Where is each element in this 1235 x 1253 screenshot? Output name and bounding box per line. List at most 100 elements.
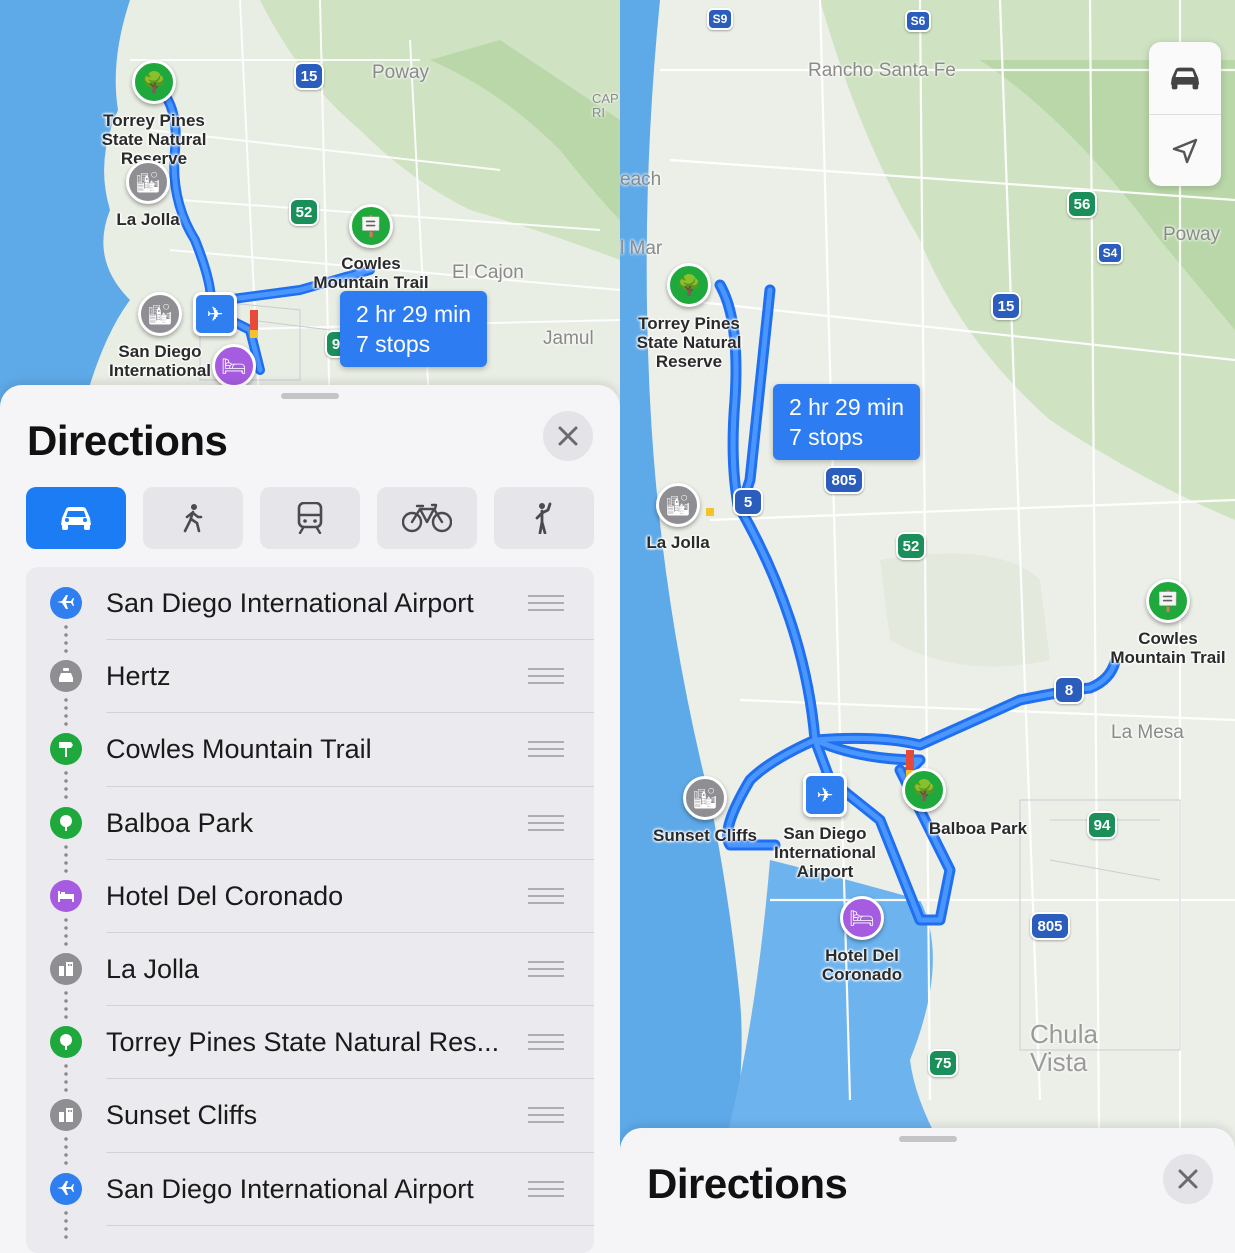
city-icon xyxy=(50,952,82,985)
highway-15-shield: 15 xyxy=(294,62,324,90)
cowles-mountain-pin[interactable]: 🪧 xyxy=(349,204,393,248)
city-jamul: Jamul xyxy=(543,328,594,349)
stop-row[interactable]: Hertz xyxy=(26,640,594,731)
train-icon xyxy=(297,502,323,534)
highway-s6-shield: S6 xyxy=(905,10,931,32)
reorder-handle-icon[interactable] xyxy=(528,814,564,831)
airport-label: San Diego International xyxy=(108,342,212,380)
city-beach: each xyxy=(620,169,662,190)
route-connector xyxy=(64,1208,68,1243)
mode-walk-button[interactable] xyxy=(143,487,243,549)
close-button[interactable] xyxy=(543,411,593,461)
hotel-del-pin[interactable]: 🛏 xyxy=(840,896,884,940)
locate-me-button[interactable] xyxy=(1149,114,1221,186)
reorder-handle-icon[interactable] xyxy=(528,887,564,904)
stop-label: San Diego International Airport xyxy=(106,588,474,619)
stop-row[interactable]: San Diego International Airport xyxy=(26,1153,594,1243)
tree-icon xyxy=(50,1026,82,1059)
mode-drive-button[interactable] xyxy=(26,487,126,549)
city-rancho-santa-fe: Rancho Santa Fe xyxy=(808,60,956,81)
stop-label: Torrey Pines State Natural Res... xyxy=(106,1027,500,1058)
highway-15-shield: 15 xyxy=(991,292,1021,320)
bed-icon xyxy=(50,879,82,912)
route-stops: 7 stops xyxy=(356,331,431,357)
airport-label: San Diego International Airport xyxy=(773,824,877,881)
highway-s9-shield: S9 xyxy=(707,8,733,30)
city-icon: 🏙 xyxy=(135,171,161,194)
highway-s4-shield: S4 xyxy=(1097,242,1123,264)
sunset-cliffs-pin[interactable]: 🏙 xyxy=(138,292,182,336)
cowles-mountain-pin[interactable]: 🪧 xyxy=(1146,579,1190,623)
trail-sign-icon xyxy=(50,733,82,766)
stop-row[interactable]: Torrey Pines State Natural Res... xyxy=(26,1006,594,1097)
sheet-grabber[interactable] xyxy=(281,393,339,399)
left-screen: 15 52 9 Poway El Cajon Jamul CAP RI 🌳 To… xyxy=(0,0,620,1253)
city-icon: 🏙 xyxy=(147,303,173,326)
airport-pin[interactable]: ✈ xyxy=(803,773,847,817)
bed-icon: 🛏 xyxy=(221,355,247,378)
stop-row[interactable]: Cowles Mountain Trail xyxy=(26,713,594,804)
highway-94-shield: 94 xyxy=(1087,811,1117,839)
city-cap: CAP RI xyxy=(592,91,619,120)
highway-56-shield: 56 xyxy=(1067,190,1097,218)
stop-row[interactable]: La Jolla xyxy=(26,933,594,1023)
stop-label: Balboa Park xyxy=(106,807,254,838)
torrey-pines-pin[interactable]: 🌳 xyxy=(667,263,711,307)
trail-sign-icon: 🪧 xyxy=(1155,590,1181,613)
la-jolla-label: La Jolla xyxy=(116,210,180,229)
hotel-del-pin[interactable]: 🛏 xyxy=(212,344,256,388)
close-icon xyxy=(558,426,578,446)
city-poway: Poway xyxy=(372,62,430,83)
sunset-cliffs-pin[interactable]: 🏙 xyxy=(683,776,727,820)
city-icon: 🏙 xyxy=(692,787,718,810)
close-button[interactable] xyxy=(1163,1154,1213,1204)
torrey-pines-pin[interactable]: 🌳 xyxy=(132,60,176,104)
row-divider xyxy=(106,1224,594,1226)
person-hailing-icon xyxy=(535,502,552,534)
airplane-icon xyxy=(50,1172,82,1205)
route-summary-box[interactable]: 2 hr 29 min 7 stops xyxy=(340,291,488,367)
stop-label: Cowles Mountain Trail xyxy=(106,734,372,765)
reorder-handle-icon[interactable] xyxy=(528,595,564,611)
map-controls xyxy=(1149,42,1221,186)
stop-row[interactable]: Balboa Park xyxy=(26,787,594,877)
sunset-cliffs-label: Sunset Cliffs xyxy=(653,826,757,845)
tree-icon: 🌳 xyxy=(911,779,937,802)
location-arrow-icon xyxy=(1172,138,1198,163)
airport-pin[interactable]: ✈ xyxy=(193,292,237,336)
airplane-icon xyxy=(50,587,82,619)
city-la-mesa: La Mesa xyxy=(1111,722,1184,743)
city-el-cajon: El Cajon xyxy=(452,262,524,283)
reorder-handle-icon[interactable] xyxy=(528,1034,564,1051)
bed-icon: 🛏 xyxy=(849,907,875,930)
la-jolla-pin[interactable]: 🏙 xyxy=(126,160,170,204)
stop-label: Hertz xyxy=(106,661,171,692)
stops-list: San Diego International Airport Hertz Cowl… xyxy=(26,567,594,1253)
directions-title: Directions xyxy=(27,417,228,464)
stop-row[interactable]: Hotel Del Coronado xyxy=(26,860,594,950)
route-summary-box[interactable]: 2 hr 29 min 7 stops xyxy=(773,384,921,460)
airplane-icon: ✈ xyxy=(206,303,224,326)
la-jolla-pin[interactable]: 🏙 xyxy=(656,483,700,527)
torrey-pines-label: Torrey Pines State Natural Reserve xyxy=(636,314,742,371)
sheet-grabber[interactable] xyxy=(898,1136,957,1142)
reorder-handle-icon[interactable] xyxy=(528,668,564,685)
map-mode-button[interactable] xyxy=(1149,42,1221,114)
reorder-handle-icon[interactable] xyxy=(528,960,564,977)
route-duration: 2 hr 29 min xyxy=(789,394,905,420)
reorder-handle-icon[interactable] xyxy=(528,1180,564,1197)
balboa-park-pin[interactable]: 🌳 xyxy=(902,768,946,812)
mode-rideshare-button[interactable] xyxy=(494,487,594,549)
stop-row[interactable]: Sunset Cliffs xyxy=(26,1079,594,1170)
right-screen: S9 S6 56 S4 15 805 5 52 8 94 805 75 Ranc… xyxy=(620,0,1235,1253)
mode-transit-button[interactable] xyxy=(260,487,360,549)
car-rental-icon xyxy=(50,660,82,693)
walk-icon xyxy=(183,504,203,533)
stop-label: Hotel Del Coronado xyxy=(106,880,344,911)
reorder-handle-icon[interactable] xyxy=(528,741,564,758)
airplane-icon: ✈ xyxy=(816,784,834,807)
mode-cycle-button[interactable] xyxy=(377,487,477,549)
stop-row[interactable]: San Diego International Airport xyxy=(26,567,594,657)
directions-title: Directions xyxy=(647,1160,848,1207)
reorder-handle-icon[interactable] xyxy=(528,1107,564,1124)
